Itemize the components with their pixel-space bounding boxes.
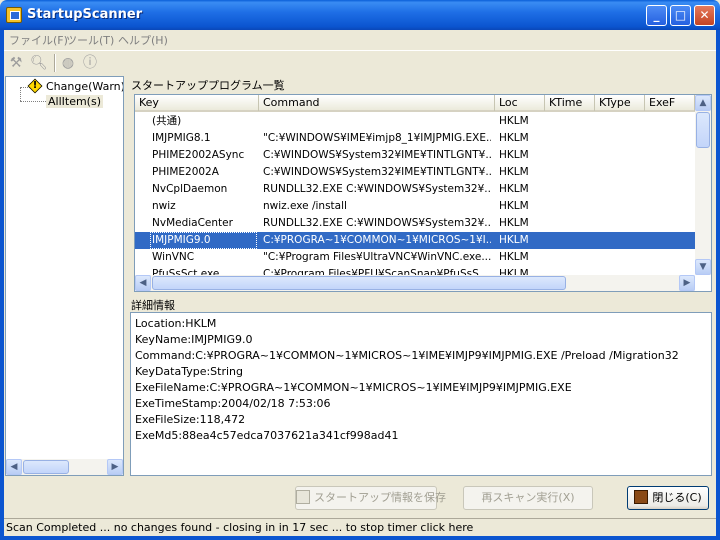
door-icon [634,490,649,504]
tree-scroll-thumb[interactable] [23,460,69,474]
app-icon [6,7,22,23]
list-hscroll-thumb[interactable] [152,276,566,290]
title-bar[interactable]: StartupScanner _ □ ✕ [0,0,720,30]
minimize-button[interactable]: _ [646,5,667,26]
list-hscrollbar[interactable]: ◀ ▶ [135,275,695,291]
list-rows: (共通) HKLM IMJPMIG8.1 "C:¥WINDOWS¥IME¥imj… [135,113,695,275]
save-startup-info-button[interactable]: スタートアップ情報を保存 [295,486,446,510]
table-row[interactable]: WinVNC "C:¥Program Files¥UltraVNC¥WinVNC… [135,249,695,266]
toolbar: ⚒ 🔍︎ ◍ ⓘ [4,50,716,74]
save-icon [296,490,310,504]
close-window-button[interactable]: ✕ [694,5,715,26]
detail-exetimestamp: ExeTimeStamp:2004/02/18 7:53:06 [135,397,331,410]
category-tree[interactable]: ! Change(Warn)It AllItem(s) ◀ ▶ [5,76,124,476]
startup-list-title: スタートアッププログラム一覧 [131,79,285,92]
menu-bar: ファイル(F) ツール(T) ヘルプ(H) [4,30,716,48]
table-row-selected[interactable]: IMJPMIG9.0 C:¥PROGRA~1¥COMMON~1¥MICROS~1… [135,232,695,249]
detail-exemd5: ExeMd5:88ea4c57edca7037621a341cf998ad41 [135,429,399,442]
warning-icon-mark: ! [32,80,38,91]
tree-item-change-warn[interactable]: Change(Warn)It [46,80,123,93]
search-icon[interactable]: 🔍︎ [30,55,48,71]
info-icon[interactable]: ⓘ [82,55,98,71]
tree-item-all-items[interactable]: AllItem(s) [46,95,103,108]
list-vscrollbar[interactable]: ▲ ▼ [695,95,711,275]
column-exef[interactable]: ExeF [645,95,695,111]
table-row[interactable]: NvMediaCenter RUNDLL32.EXE C:¥WINDOWS¥Sy… [135,215,695,232]
table-row[interactable]: (共通) HKLM [135,113,695,130]
status-text[interactable]: Scan Completed ... no changes found - cl… [6,521,473,534]
status-bar[interactable]: Scan Completed ... no changes found - cl… [4,518,716,536]
scroll-up-icon[interactable]: ▲ [695,95,711,111]
table-row[interactable]: PHIME2002A C:¥WINDOWS¥System32¥IME¥TINTL… [135,164,695,181]
scroll-left-icon[interactable]: ◀ [6,459,22,475]
column-ktime[interactable]: KTime [545,95,595,111]
scroll-right-icon[interactable]: ▶ [679,275,695,291]
scroll-left-icon[interactable]: ◀ [135,275,151,291]
scroll-down-icon[interactable]: ▼ [695,259,711,275]
table-row[interactable]: PfuSsSct.exe C:¥Program Files¥PFU¥ScanSn… [135,266,695,275]
column-ktype[interactable]: KType [595,95,645,111]
column-command[interactable]: Command [259,95,495,111]
detail-location: Location:HKLM [135,317,217,330]
detail-keyname: KeyName:IMJPMIG9.0 [135,333,253,346]
window-title: StartupScanner [27,7,143,22]
column-key[interactable]: Key [135,95,259,111]
wrench-icon[interactable]: ⚒ [8,55,24,71]
toolbar-separator [54,54,56,72]
table-row[interactable]: IMJPMIG8.1 "C:¥WINDOWS¥IME¥imjp8_1¥IMJPM… [135,130,695,147]
detail-keydatatype: KeyDataType:String [135,365,244,378]
startup-list[interactable]: Key Command Loc KTime KType ExeF (共通) HK… [134,94,712,292]
close-button[interactable]: 閉じる(C) [627,486,709,510]
menu-file[interactable]: ファイル(F) [9,32,68,48]
list-header: Key Command Loc KTime KType ExeF [135,95,695,112]
detail-exefilename: ExeFileName:C:¥PROGRA~1¥COMMON~1¥MICROS~… [135,381,572,394]
list-vscroll-thumb[interactable] [696,112,710,148]
scroll-right-icon[interactable]: ▶ [107,459,123,475]
detail-exefilesize: ExeFileSize:118,472 [135,413,246,426]
menu-tools[interactable]: ツール(T) [66,32,114,48]
globe-icon[interactable]: ◍ [60,55,76,71]
detail-command: Command:C:¥PROGRA~1¥COMMON~1¥MICROS~1¥IM… [135,349,679,362]
table-row[interactable]: NvCplDaemon RUNDLL32.EXE C:¥WINDOWS¥Syst… [135,181,695,198]
table-row[interactable]: nwiz nwiz.exe /install HKLM [135,198,695,215]
maximize-button[interactable]: □ [670,5,691,26]
menu-help[interactable]: ヘルプ(H) [118,32,168,48]
table-row[interactable]: PHIME2002ASync C:¥WINDOWS¥System32¥IME¥T… [135,147,695,164]
details-panel[interactable]: Location:HKLM KeyName:IMJPMIG9.0 Command… [130,312,712,476]
rescan-button[interactable]: 再スキャン実行(X) [463,486,593,510]
tree-hscrollbar[interactable]: ◀ ▶ [6,459,123,475]
column-loc[interactable]: Loc [495,95,545,111]
details-title: 詳細情報 [131,299,175,312]
